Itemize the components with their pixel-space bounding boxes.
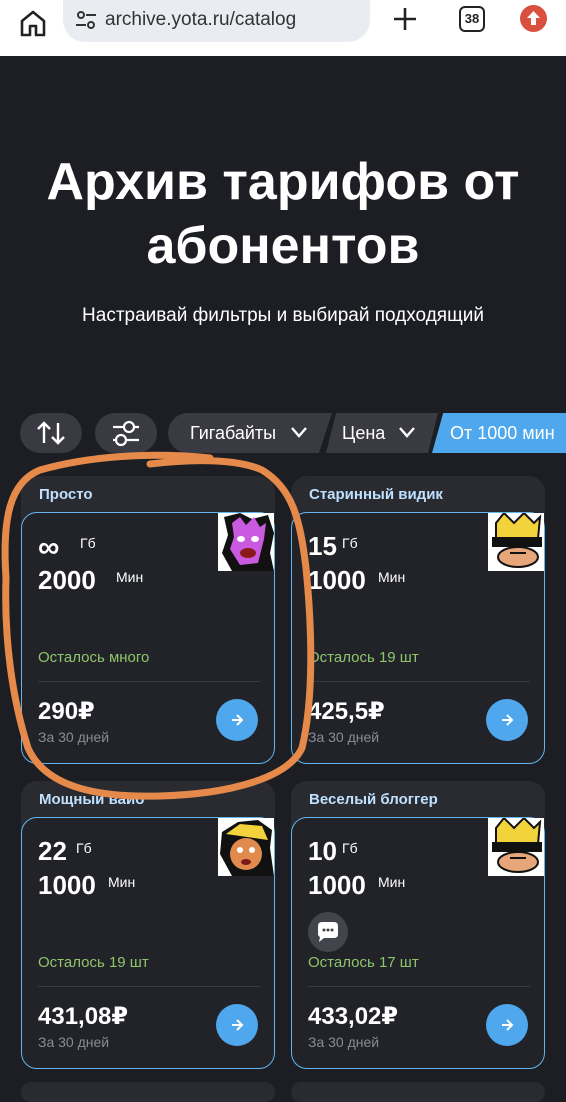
open-tariff-button[interactable] <box>216 1004 258 1046</box>
arrow-right-icon <box>232 1019 244 1031</box>
gigabytes-unit: Гб <box>76 840 92 856</box>
tariff-card-body: 22 Гб 1000 Мин Осталось 19 шт 431,08₽ За… <box>21 817 275 1069</box>
minutes-unit: Мин <box>108 874 136 890</box>
gigabytes-filter[interactable]: Гигабайты <box>168 413 332 453</box>
tariff-price: 431,08₽ <box>38 1003 129 1030</box>
filter-sliders-icon <box>113 420 139 447</box>
filters-button[interactable] <box>95 413 157 453</box>
tab-switcher-button[interactable]: 38 <box>459 6 485 32</box>
update-icon[interactable] <box>520 5 547 32</box>
gigabytes-filter-label: Гигабайты <box>190 423 277 443</box>
minutes-filter-label: От 1000 мин <box>450 423 555 443</box>
remaining-status: Осталось 17 шт <box>308 954 419 971</box>
price-filter-label: Цена <box>342 423 386 443</box>
divider <box>38 986 260 987</box>
new-tab-icon[interactable] <box>392 3 418 33</box>
gigabytes-value: 10 <box>308 836 337 866</box>
tariff-period: За 30 дней <box>308 1034 380 1050</box>
home-icon[interactable] <box>18 8 48 38</box>
tariff-card[interactable]: Веселый блоггер 10 Гб 1000 Мин Осталось … <box>291 781 545 1069</box>
tariff-card-partial[interactable] <box>291 1082 545 1102</box>
price-filter[interactable]: Цена <box>326 413 438 453</box>
arrow-right-icon <box>502 1019 514 1031</box>
divider <box>308 986 530 987</box>
annotation-circle <box>1 451 315 800</box>
url-text[interactable]: archive.yota.ru/catalog <box>105 9 296 31</box>
browser-toolbar: archive.yota.ru/catalog 38 <box>0 0 566 56</box>
character-avatar-icon <box>488 513 544 571</box>
minutes-value: 1000 <box>308 870 366 900</box>
tariff-card-body: 10 Гб 1000 Мин Осталось 17 шт 433,02₽ За… <box>291 817 545 1069</box>
tab-count: 38 <box>464 11 480 26</box>
gigabytes-unit: Гб <box>342 840 358 856</box>
character-avatar-icon <box>218 818 274 876</box>
sort-icon <box>37 421 65 445</box>
page-title: Архив тарифов от абонентов <box>46 153 520 275</box>
minutes-unit: Мин <box>378 874 406 890</box>
divider <box>308 681 530 682</box>
tariff-price: 433,02₽ <box>308 1003 399 1030</box>
address-bar[interactable]: archive.yota.ru/catalog <box>63 0 370 42</box>
gigabytes-value: 22 <box>38 836 67 866</box>
open-tariff-button[interactable] <box>486 1004 528 1046</box>
tariff-card-partial[interactable] <box>21 1082 275 1102</box>
arrow-right-icon <box>502 714 514 726</box>
minutes-filter-chip[interactable]: От 1000 мин <box>432 413 566 453</box>
minutes-value: 1000 <box>38 870 96 900</box>
chat-icon <box>308 912 348 952</box>
gigabytes-unit: Гб <box>342 535 358 551</box>
remaining-status: Осталось 19 шт <box>38 954 149 971</box>
tariff-card[interactable]: Мощный вайб 22 Гб 1000 Мин Осталось 19 ш… <box>21 781 275 1069</box>
chevron-down-icon <box>291 427 307 438</box>
chevron-down-icon <box>399 427 415 438</box>
page-subtitle: Настраивай фильтры и выбирай подходящий <box>82 305 484 326</box>
site-settings-icon[interactable] <box>75 9 97 31</box>
sort-button[interactable] <box>20 413 82 453</box>
open-tariff-button[interactable] <box>486 699 528 741</box>
tariff-period: За 30 дней <box>38 1034 110 1050</box>
character-avatar-icon <box>488 818 544 876</box>
minutes-unit: Мин <box>378 569 406 585</box>
